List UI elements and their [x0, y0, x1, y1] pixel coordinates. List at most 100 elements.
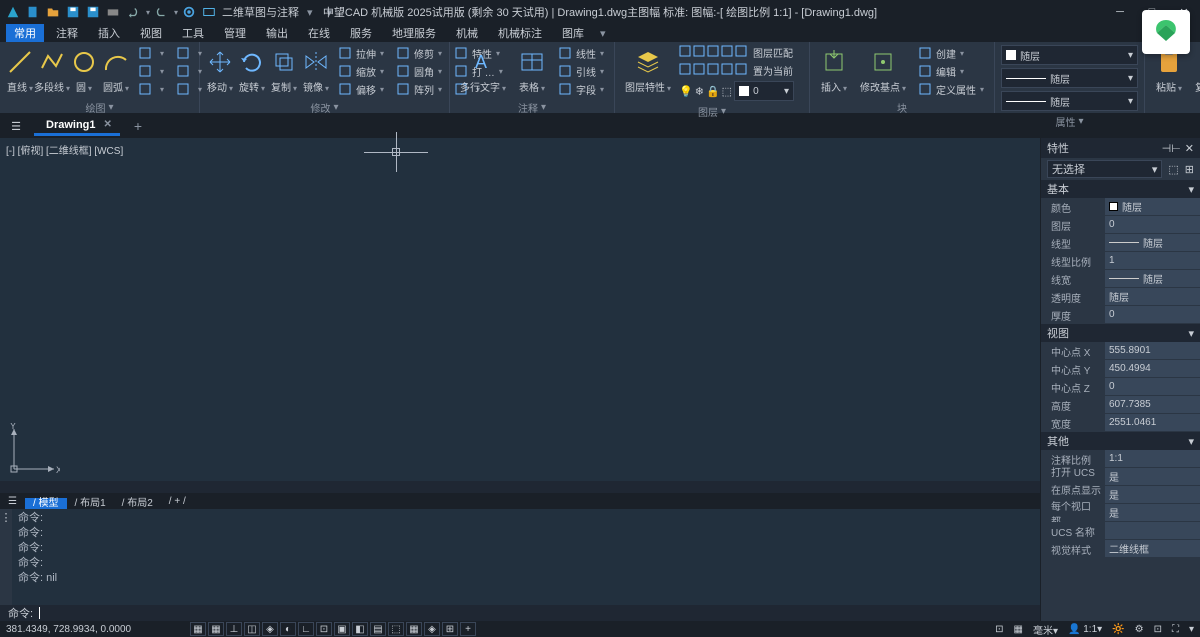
doc-tab-active[interactable]: Drawing1 ✕ — [34, 116, 120, 136]
layer-tool2-3[interactable] — [721, 63, 733, 78]
layer-tool2-1[interactable] — [693, 63, 705, 78]
layer-tool2-0[interactable] — [679, 63, 691, 78]
status-i4[interactable]: ⛶ — [1172, 624, 1179, 635]
pin-icon[interactable]: ⊣⊢ — [1162, 142, 1181, 155]
ribbon-overflow[interactable]: ▾ — [600, 27, 606, 40]
ribbon-tab-2[interactable]: 插入 — [90, 24, 128, 42]
prop-value[interactable]: 随层 — [1105, 234, 1200, 252]
prop-value[interactable]: 是 — [1105, 468, 1200, 486]
prop-section-2[interactable]: 其他▾ — [1041, 432, 1200, 450]
move-button[interactable]: 移动 — [206, 45, 234, 96]
status-toggle-9[interactable]: ◧ — [352, 622, 368, 636]
prop-value[interactable]: 是 — [1105, 504, 1200, 522]
status-toggle-3[interactable]: ◫ — [244, 622, 260, 636]
status-toggle-12[interactable]: ▦ — [406, 622, 422, 636]
status-toggle-6[interactable]: ∟ — [298, 622, 314, 636]
status-toggle-4[interactable]: ◈ — [262, 622, 278, 636]
redo-dropdown[interactable] — [172, 6, 178, 18]
mtext-button[interactable]: A多行文字 — [456, 45, 510, 96]
layer-dropdown[interactable]: 0▾ — [734, 81, 794, 101]
ribbon-tab-8[interactable]: 服务 — [342, 24, 380, 42]
layout-menu-icon[interactable]: ☰ — [8, 496, 17, 507]
layer-tool-3[interactable] — [721, 45, 733, 60]
block-2[interactable]: 定义属性▾ — [914, 81, 988, 97]
new-icon[interactable] — [24, 3, 42, 21]
prop-section-1[interactable]: 视图▾ — [1041, 324, 1200, 342]
basepoint-button[interactable]: 修改基点 — [856, 45, 910, 96]
status-toggle-0[interactable]: ▦ — [190, 622, 206, 636]
ribbon-tab-0[interactable]: 常用 — [6, 24, 44, 42]
selection-dropdown[interactable]: 无选择▾ — [1047, 160, 1162, 178]
annot-1[interactable]: 引线▾ — [554, 63, 608, 79]
prop-value[interactable] — [1105, 522, 1200, 540]
status-toggle-14[interactable]: ⊞ — [442, 622, 458, 636]
arc-button[interactable]: 圆弧 — [102, 45, 130, 96]
layer-tool2-4[interactable] — [735, 63, 747, 78]
doc-menu-icon[interactable]: ☰ — [6, 116, 26, 136]
status-toggle-1[interactable]: ▦ — [208, 622, 224, 636]
workspace-icon[interactable] — [200, 3, 218, 21]
block-1[interactable]: 编辑▾ — [914, 63, 988, 79]
copy-button[interactable]: 复制 — [270, 45, 298, 96]
mirror-button[interactable]: 镜像 — [302, 45, 330, 96]
ribbon-tab-10[interactable]: 机械 — [448, 24, 486, 42]
pickadd-icon[interactable]: ⊞ — [1185, 163, 1194, 176]
viewport-label[interactable]: [-] [俯视] [二维线框] [WCS] — [6, 142, 123, 157]
undo-icon[interactable] — [124, 3, 142, 21]
lineweight-dropdown[interactable]: 随层▾ — [1001, 68, 1138, 88]
line-button[interactable]: 直线 — [6, 45, 34, 96]
layer-tool-4[interactable] — [735, 45, 747, 60]
status-toggle-15[interactable]: + — [460, 622, 476, 636]
minimize-button[interactable]: ─ — [1108, 2, 1132, 22]
ribbon-tab-12[interactable]: 图库 — [554, 24, 592, 42]
floating-logo[interactable] — [1142, 10, 1190, 54]
layer-tool-1[interactable] — [693, 45, 705, 60]
command-history[interactable]: 命令:命令:命令:命令:命令: nil — [12, 509, 1040, 605]
prop-section-0[interactable]: 基本▾ — [1041, 180, 1200, 198]
status-grid[interactable]: ▦ — [1014, 624, 1023, 635]
annot-0[interactable]: 线性▾ — [554, 45, 608, 61]
status-toggle-11[interactable]: ⬚ — [388, 622, 404, 636]
layout-tab-0[interactable]: / 模型 — [25, 498, 67, 509]
ribbon-tab-6[interactable]: 输出 — [258, 24, 296, 42]
table-button[interactable]: 表格 — [514, 45, 550, 96]
prop-value[interactable]: 0 — [1105, 306, 1200, 324]
status-anno[interactable]: 👤 1:1▾ — [1068, 624, 1102, 635]
status-toggle-2[interactable]: ⊥ — [226, 622, 242, 636]
prop-value[interactable]: 0 — [1105, 216, 1200, 234]
mod-c2-2[interactable]: 阵列▾ — [392, 81, 446, 97]
drawing-viewport[interactable]: [-] [俯视] [二维线框] [WCS] – ❐ ✕ X Y — [0, 138, 1176, 481]
status-units[interactable]: 毫米▾ — [1033, 622, 1058, 637]
prop-value[interactable]: 1 — [1105, 252, 1200, 270]
app-icon[interactable] — [4, 3, 22, 21]
new-tab-button[interactable]: + — [128, 118, 148, 134]
command-input[interactable]: 命令: — [0, 605, 1040, 621]
prop-value[interactable]: 2551.0461 — [1105, 414, 1200, 432]
status-i1[interactable]: 🔆 — [1112, 624, 1124, 635]
ribbon-tab-3[interactable]: 视图 — [132, 24, 170, 42]
prop-value[interactable]: 二维线框 — [1105, 540, 1200, 558]
status-toggle-13[interactable]: ◈ — [424, 622, 440, 636]
add-layout-button[interactable]: / + / — [169, 496, 186, 507]
prop-value[interactable]: 0 — [1105, 378, 1200, 396]
ribbon-tab-5[interactable]: 管理 — [216, 24, 254, 42]
layout-tab-2[interactable]: / 布局2 — [114, 498, 161, 509]
status-i2[interactable]: ⚙ — [1135, 624, 1144, 635]
ribbon-tab-7[interactable]: 在线 — [300, 24, 338, 42]
status-i3[interactable]: ⊡ — [1154, 624, 1162, 635]
status-toggle-7[interactable]: ⊡ — [316, 622, 332, 636]
prop-value[interactable]: 450.4994 — [1105, 360, 1200, 378]
quickselect-icon[interactable]: ⬚ — [1168, 163, 1178, 176]
draw-sm3[interactable]: ▾ — [134, 81, 168, 97]
redo-icon[interactable] — [152, 3, 170, 21]
linetype-dropdown[interactable]: 随层▾ — [1001, 91, 1138, 111]
cmd-handle-icon[interactable]: ⋮ — [0, 509, 12, 605]
workspace-label[interactable]: 二维草图与注释 — [222, 4, 299, 20]
mod-c2-1[interactable]: 圆角▾ — [392, 63, 446, 79]
draw-sm1[interactable]: ▾ — [134, 45, 168, 61]
mod-c1-1[interactable]: 缩放▾ — [334, 63, 388, 79]
gear-icon[interactable] — [180, 3, 198, 21]
plot-icon[interactable] — [104, 3, 122, 21]
status-model[interactable]: ⊡ — [995, 624, 1003, 635]
ribbon-tab-1[interactable]: 注释 — [48, 24, 86, 42]
